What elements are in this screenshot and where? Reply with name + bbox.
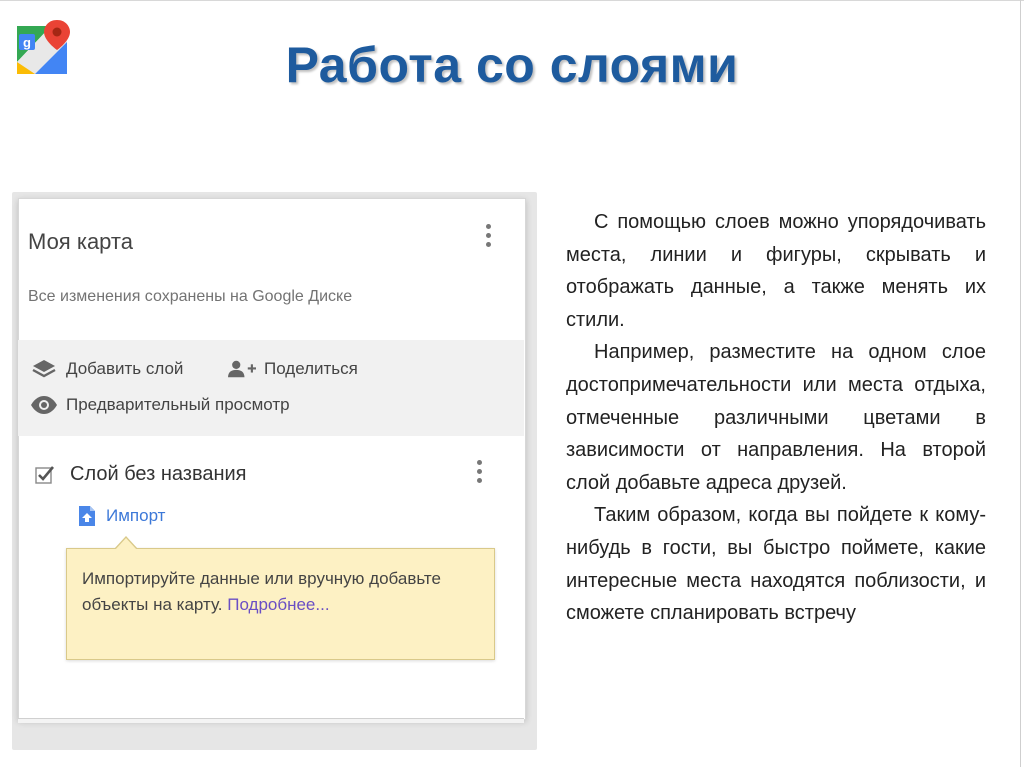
- slide-body-text: С помощью слоев можно упорядочивать мест…: [566, 206, 986, 630]
- body-paragraph: Например, разместите на одном слое досто…: [566, 341, 986, 494]
- import-label: Импорт: [106, 506, 166, 525]
- panel-bottom-edge: [18, 718, 524, 723]
- checkbox-checked-icon: [35, 466, 54, 484]
- saved-status-note: Все изменения сохранены на Google Диске: [28, 288, 353, 305]
- eye-icon: [30, 394, 58, 416]
- import-link[interactable]: Импорт: [78, 505, 165, 527]
- add-layer-button[interactable]: Добавить слой: [30, 358, 183, 380]
- file-upload-icon: [78, 505, 96, 527]
- map-toolbar: [18, 340, 524, 436]
- preview-button[interactable]: Предварительный просмотр: [30, 394, 290, 416]
- share-label: Поделиться: [264, 359, 358, 378]
- tooltip-text: Импортируйте данные или вручную добавьте…: [82, 566, 482, 618]
- layer-more-vert-icon[interactable]: [472, 460, 486, 490]
- layer-visibility-checkbox[interactable]: [34, 464, 56, 486]
- person-add-icon: [228, 358, 256, 380]
- preview-label: Предварительный просмотр: [66, 395, 290, 414]
- layers-icon: [30, 358, 58, 380]
- tooltip-arrow-fill: [115, 538, 137, 550]
- map-title[interactable]: Моя карта: [28, 229, 133, 255]
- share-button[interactable]: Поделиться: [228, 358, 358, 380]
- learn-more-link[interactable]: Подробнее...: [227, 595, 329, 614]
- slide-frame-line: [1020, 0, 1021, 767]
- layer-name[interactable]: Слой без названия: [70, 463, 247, 486]
- body-paragraph: С помощью слоев можно упорядочивать мест…: [566, 211, 986, 331]
- slide-title: Работа со слоями: [285, 37, 739, 93]
- body-paragraph: Таким образом, когда вы пойдете к кому-н…: [566, 504, 986, 625]
- map-more-vert-icon[interactable]: [481, 224, 495, 254]
- add-layer-label: Добавить слой: [66, 359, 184, 378]
